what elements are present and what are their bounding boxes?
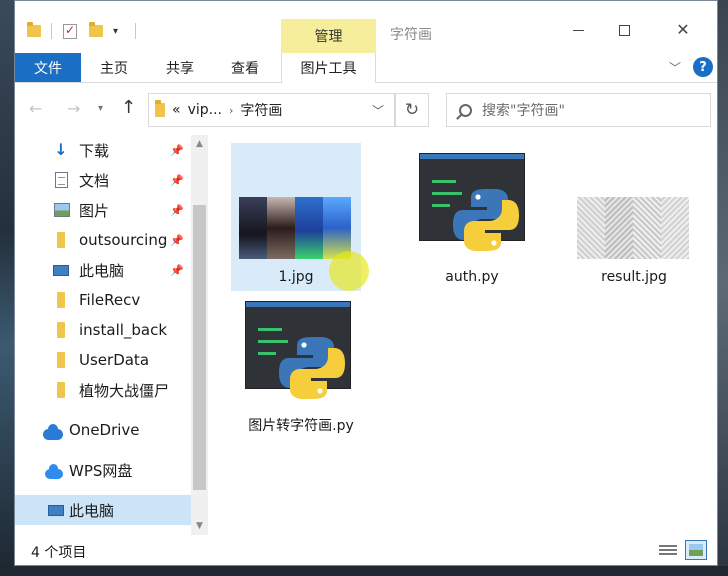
folder-icon <box>57 382 65 398</box>
file-explorer-window: ▾ 管理 字符画 ✕ 文件 主页 共享 查看 图片工具 ﹀ ? ← → ▾ ↑ … <box>14 0 718 566</box>
maximize-icon <box>618 24 630 36</box>
sidebar-item-userdata[interactable]: UserData <box>15 345 191 375</box>
help-icon[interactable]: ? <box>693 57 713 77</box>
back-arrow-icon[interactable]: ← <box>29 99 42 118</box>
address-dropdown-chevron-icon[interactable]: ﹀ <box>372 102 384 119</box>
python-logo-icon <box>279 337 345 399</box>
desktop-background-left <box>0 0 14 576</box>
sidebar-item-this-pc[interactable]: 此电脑 <box>15 495 191 525</box>
address-overflow-marker[interactable]: « <box>172 102 181 118</box>
forward-arrow-icon[interactable]: → <box>67 99 80 118</box>
recent-locations-chevron-icon[interactable]: ▾ <box>98 103 103 114</box>
file-item-auth-py[interactable]: auth.py <box>407 143 537 291</box>
quick-access-separator <box>51 19 52 43</box>
ribbon-tab-bar: 文件 主页 共享 查看 图片工具 ﹀ ? <box>15 53 717 83</box>
file-item-image-to-ascii-py[interactable]: 图片转字符画.py <box>231 293 371 441</box>
sidebar-scrollbar[interactable]: ▲ ▼ <box>191 135 208 535</box>
up-arrow-icon[interactable]: ↑ <box>121 97 136 118</box>
pin-icon: 📌 <box>170 233 184 247</box>
file-name: auth.py <box>445 269 499 285</box>
wps-cloud-icon <box>45 464 63 479</box>
computer-icon <box>53 265 69 276</box>
address-bar[interactable]: « vip... › 字符画 ﹀ <box>148 93 395 127</box>
pin-icon: 📌 <box>170 203 184 217</box>
close-button[interactable]: ✕ <box>660 15 706 45</box>
tab-picture-tools[interactable]: 图片工具 <box>281 53 376 83</box>
sidebar-item-pvz[interactable]: 植物大战僵尸 <box>15 375 191 405</box>
navigation-bar: ← → ▾ ↑ « vip... › 字符画 ﹀ ↻ 搜索"字符画" <box>15 83 717 135</box>
large-icons-view-icon[interactable] <box>685 540 707 560</box>
pin-icon: 📌 <box>170 173 184 187</box>
quick-access-folder-icon[interactable] <box>27 19 41 43</box>
folder-icon <box>57 292 65 308</box>
status-bar: 4 个项目 <box>15 535 717 565</box>
new-folder-icon[interactable] <box>89 19 103 43</box>
navigation-pane: ↓ 下载 📌 文档 📌 图片 📌 outsourcing 📌 此电脑 📌 Fil… <box>15 135 211 535</box>
search-input[interactable]: 搜索"字符画" <box>446 93 711 127</box>
pin-icon: 📌 <box>170 263 184 277</box>
file-list: 1.jpg auth.py result.jpg 图片转字符画.py <box>211 135 717 535</box>
sidebar-item-this-pc-pinned[interactable]: 此电脑 📌 <box>15 255 191 285</box>
scroll-up-arrow-icon[interactable]: ▲ <box>191 139 208 149</box>
file-name: 图片转字符画.py <box>248 418 354 434</box>
close-icon: ✕ <box>676 20 690 39</box>
sidebar-item-onedrive[interactable]: OneDrive <box>15 415 191 445</box>
address-folder-icon <box>155 100 165 117</box>
breadcrumb-vip[interactable]: vip... <box>188 102 222 118</box>
refresh-icon: ↻ <box>404 100 420 120</box>
sidebar-item-pictures[interactable]: 图片 📌 <box>15 195 191 225</box>
expand-ribbon-chevron-icon[interactable]: ﹀ <box>669 59 681 76</box>
folder-icon <box>57 322 65 338</box>
scroll-down-arrow-icon[interactable]: ▼ <box>191 521 208 531</box>
file-item-result-jpg[interactable]: result.jpg <box>569 143 699 291</box>
onedrive-cloud-icon <box>43 424 63 440</box>
tab-file[interactable]: 文件 <box>15 53 81 82</box>
image-thumbnail-grayscale <box>577 197 689 259</box>
image-thumbnail <box>239 197 351 259</box>
properties-icon[interactable] <box>63 19 77 43</box>
item-count: 4 个项目 <box>31 545 87 561</box>
minimize-icon <box>572 29 584 31</box>
minimize-button[interactable] <box>555 15 601 45</box>
refresh-button[interactable]: ↻ <box>395 93 429 127</box>
sidebar-item-downloads[interactable]: ↓ 下载 📌 <box>15 135 191 165</box>
window-title: 字符画 <box>390 27 432 43</box>
title-separator <box>135 19 136 43</box>
details-view-icon[interactable] <box>659 543 677 557</box>
tab-view[interactable]: 查看 <box>231 53 259 82</box>
desktop-background-right <box>718 0 728 576</box>
tab-home[interactable]: 主页 <box>100 53 128 82</box>
file-name: result.jpg <box>601 269 667 285</box>
download-arrow-icon: ↓ <box>54 140 68 159</box>
computer-icon <box>48 505 64 516</box>
scrollbar-thumb[interactable] <box>193 205 206 490</box>
sidebar-item-install-back[interactable]: install_back <box>15 315 191 345</box>
sidebar-item-documents[interactable]: 文档 📌 <box>15 165 191 195</box>
breadcrumb-separator-icon[interactable]: › <box>229 104 233 117</box>
title-bar: ▾ 管理 字符画 ✕ <box>15 1 717 53</box>
sidebar-item-outsourcing[interactable]: outsourcing 📌 <box>15 225 191 255</box>
sidebar-item-wps-drive[interactable]: WPS网盘 <box>15 455 191 485</box>
python-logo-icon <box>453 189 519 251</box>
folder-icon <box>57 352 65 368</box>
cursor-highlight <box>329 251 369 291</box>
document-icon <box>55 172 68 188</box>
tab-share[interactable]: 共享 <box>166 53 194 82</box>
search-icon <box>459 103 472 117</box>
desktop-background-bottom <box>0 566 728 576</box>
pin-icon: 📌 <box>170 143 184 157</box>
folder-icon <box>57 232 65 248</box>
maximize-button[interactable] <box>601 15 647 45</box>
pictures-icon <box>54 203 70 217</box>
sidebar-item-filerecv[interactable]: FileRecv <box>15 285 191 315</box>
contextual-tab-group-manage[interactable]: 管理 <box>281 19 376 53</box>
breadcrumb-current[interactable]: 字符画 <box>240 100 282 120</box>
search-placeholder: 搜索"字符画" <box>482 103 565 119</box>
customize-toolbar-dropdown[interactable]: ▾ <box>113 19 118 43</box>
